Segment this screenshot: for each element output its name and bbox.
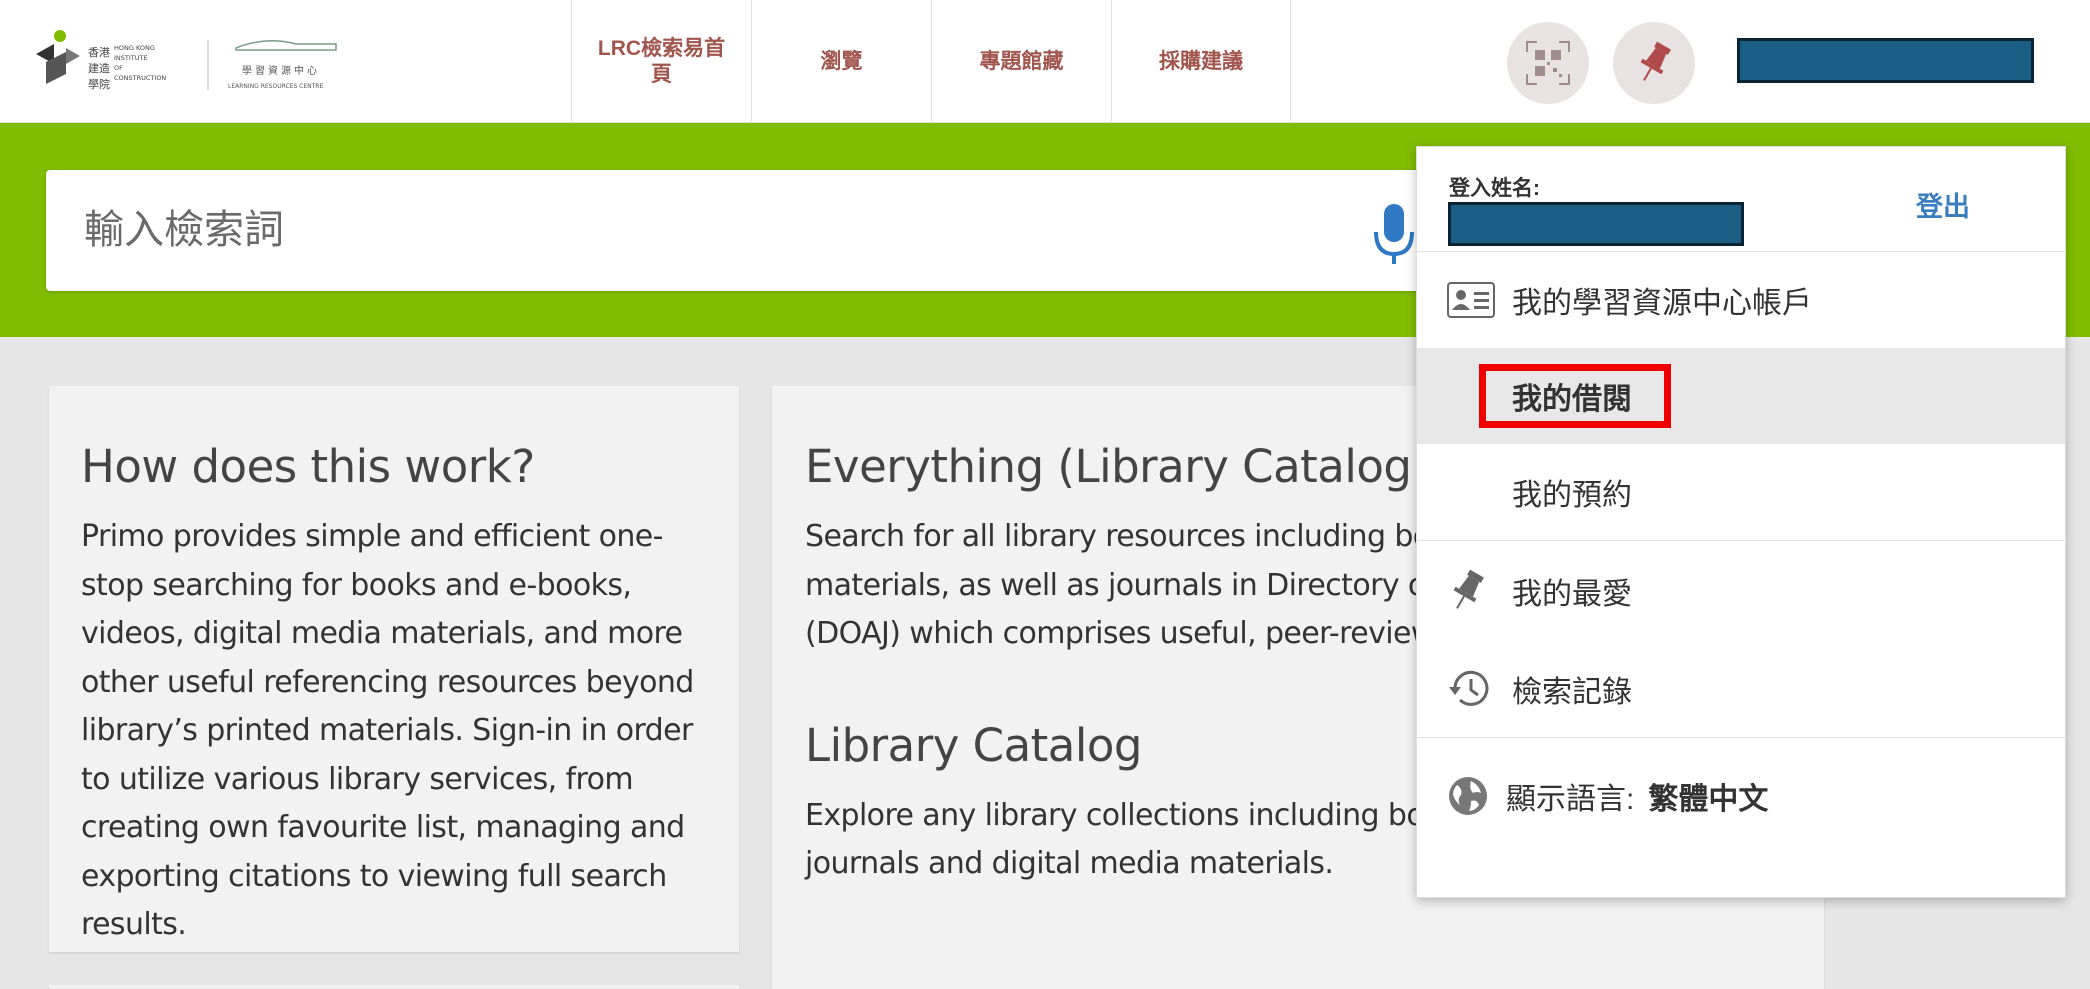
user-menu-dropdown: 登入姓名: 登出 我的學習資源中心帳戶 我的借閱 我的預約 我的最愛 檢索記錄 … [1416, 146, 2066, 898]
svg-text:LEARNING RESOURCES CENTRE: LEARNING RESOURCES CENTRE [228, 83, 323, 90]
menu-item-favorites[interactable]: 我的最愛 [1417, 541, 2065, 641]
language-label-group: 顯示語言: 繁體中文 [1506, 774, 1768, 818]
history-icon [1449, 670, 1489, 706]
language-value: 繁體中文 [1648, 782, 1769, 816]
globe-icon [1449, 776, 1487, 815]
institution-logo[interactable]: 香港 建造 學院 HONG KONG INSTITUTE OF CONSTRUC… [36, 26, 356, 96]
search-input[interactable] [84, 198, 1284, 262]
svg-text:HONG KONG: HONG KONG [114, 44, 155, 52]
menu-item-language[interactable]: 顯示語言: 繁體中文 [1417, 738, 2065, 853]
main-nav: LRC檢索易首頁 瀏覽 專題館藏 採購建議 [571, 0, 1291, 123]
login-name-label: 登入姓名: [1449, 177, 1540, 200]
svg-text:學習資源中心: 學習資源中心 [242, 64, 320, 77]
lower-card [49, 985, 739, 989]
svg-text:CONSTRUCTION: CONSTRUCTION [114, 74, 166, 82]
nav-browse[interactable]: 瀏覽 [751, 0, 931, 123]
nav-lrc-home[interactable]: LRC檢索易首頁 [571, 0, 751, 123]
menu-item-favorites-label: 我的最愛 [1512, 578, 1632, 611]
qr-code-icon [1526, 41, 1570, 85]
how-it-works-card: How does this work? Primo provides simpl… [49, 386, 739, 952]
svg-text:建造: 建造 [88, 61, 110, 75]
logo-text-zh: 香港 [88, 46, 110, 59]
menu-item-loans[interactable]: 我的借閱 [1417, 348, 2065, 444]
menu-item-loans-label: 我的借閱 [1512, 383, 1632, 416]
qr-code-button[interactable] [1507, 22, 1589, 104]
svg-text:學院: 學院 [88, 77, 110, 91]
top-header: 香港 建造 學院 HONG KONG INSTITUTE OF CONSTRUC… [0, 0, 2090, 123]
menu-item-search-history[interactable]: 檢索記錄 [1417, 641, 2065, 737]
menu-item-account-label: 我的學習資源中心帳戶 [1512, 287, 1812, 320]
id-card-icon [1447, 282, 1495, 318]
svg-text:INSTITUTE: INSTITUTE [114, 54, 148, 62]
menu-item-account[interactable]: 我的學習資源中心帳戶 [1417, 252, 2065, 348]
menu-item-requests[interactable]: 我的預約 [1417, 444, 2065, 540]
svg-text:OF: OF [114, 64, 123, 72]
menu-item-search-history-label: 檢索記錄 [1512, 676, 1632, 709]
search-box [46, 170, 1496, 291]
login-name-value [1448, 202, 1744, 246]
logout-button[interactable]: 登出 [1916, 185, 1970, 224]
user-menu-header: 登入姓名: 登出 [1417, 147, 2065, 252]
how-it-works-title: How does this work? [81, 440, 535, 493]
favorites-pin-button[interactable] [1613, 22, 1695, 104]
pin-icon [1640, 41, 1671, 81]
user-name-button[interactable] [1737, 38, 2034, 83]
pin-icon [1453, 569, 1484, 609]
menu-item-requests-label: 我的預約 [1512, 479, 1632, 512]
language-label: 顯示語言: [1506, 782, 1635, 816]
nav-collections[interactable]: 專題館藏 [931, 0, 1111, 123]
how-it-works-text: Primo provides simple and efficient one-… [81, 519, 694, 942]
microphone-icon[interactable] [1374, 202, 1414, 266]
nav-purchase-suggestion[interactable]: 採購建議 [1111, 0, 1291, 123]
